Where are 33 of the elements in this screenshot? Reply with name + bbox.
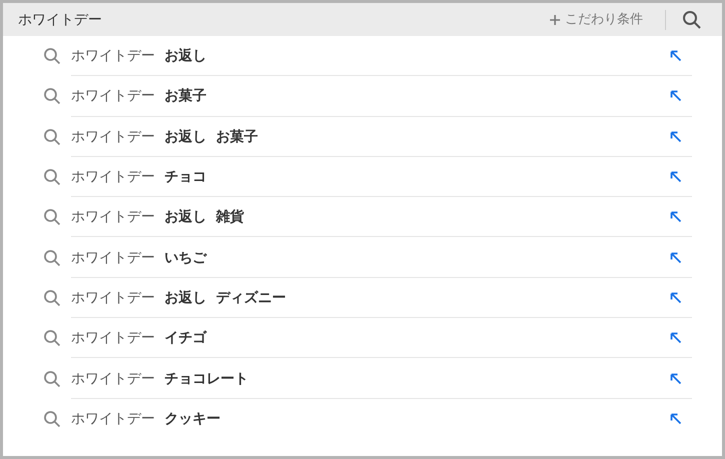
search-icon [43,87,61,106]
suggestion-link[interactable]: ホワイトデー クッキー [71,398,692,439]
search-icon [43,208,61,226]
suggestion-link[interactable]: ホワイトデー お返し お菓子 [71,116,692,157]
suggestion-link[interactable]: ホワイトデー お菓子 [71,76,692,117]
suggestion-link[interactable]: ホワイトデー チョコレート [71,358,692,399]
fill-arrow-icon[interactable] [670,412,682,425]
fill-arrow-icon[interactable] [670,332,682,344]
filter-button[interactable]: こだわり条件 [545,10,647,30]
plus-icon [549,14,561,26]
fill-arrow-icon[interactable] [670,372,682,385]
search-icon [43,248,61,267]
search-icon [43,410,61,428]
fill-arrow-icon[interactable] [670,252,682,264]
suggestion-link[interactable]: ホワイトデー お返し [71,36,692,76]
fill-arrow-icon[interactable] [670,171,682,184]
fill-arrow-icon[interactable] [670,50,682,62]
suggestion-link[interactable]: ホワイトデー いちご [71,237,692,278]
search-field[interactable]: ホワイトデー [3,3,545,36]
suggestion-link[interactable]: ホワイトデー イチゴ [71,318,692,358]
search-icon [43,128,61,146]
fill-arrow-icon[interactable] [670,90,682,102]
fill-arrow-icon[interactable] [670,292,682,304]
search-icon [43,47,61,66]
suggestion-link[interactable]: ホワイトデー お返し ディズニー [71,278,692,318]
fill-arrow-icon[interactable] [670,211,682,224]
search-icon [43,370,61,388]
fill-arrow-icon[interactable] [670,130,682,143]
suggestion-link[interactable]: ホワイトデー お返し 雑貨 [71,197,692,238]
search-icon [43,329,61,348]
suggestion-link[interactable]: ホワイトデー チョコ [71,156,692,198]
search-icon [43,288,61,307]
search-icon [43,168,61,186]
